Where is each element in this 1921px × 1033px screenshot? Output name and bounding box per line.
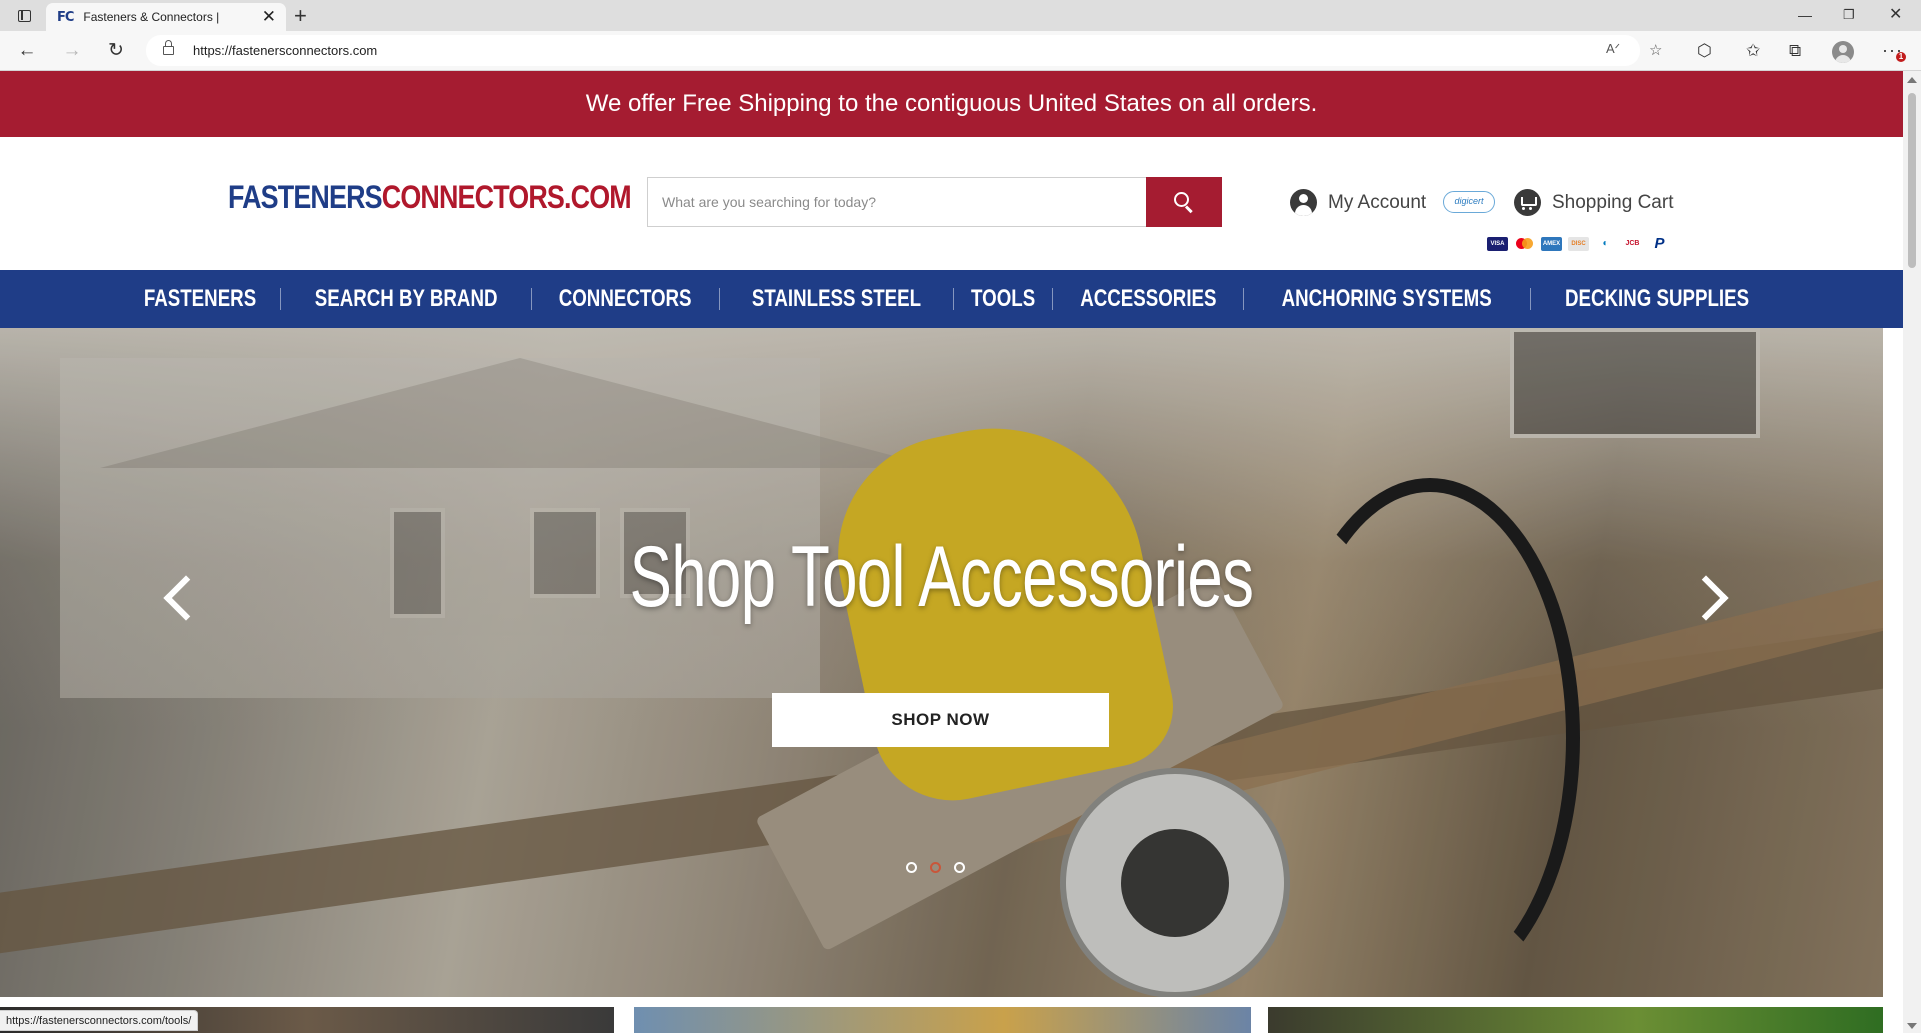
nav-item-stainless-steel[interactable]: STAINLESS STEEL	[751, 285, 920, 313]
discover-icon: DISC	[1568, 237, 1589, 251]
main-navigation: FASTENERS SEARCH BY BRAND CONNECTORS STA…	[0, 270, 1903, 328]
visa-icon: VISA	[1487, 237, 1508, 251]
favorites-icon[interactable]: ✩	[1746, 40, 1760, 62]
shopping-cart-link[interactable]: Shopping Cart	[1514, 189, 1673, 216]
scroll-up-icon[interactable]	[1907, 77, 1917, 83]
scroll-down-icon[interactable]	[1907, 1023, 1917, 1029]
hero-title-text: Shop Tool Accessories	[629, 529, 1254, 625]
shopping-cart-label: Shopping Cart	[1552, 191, 1674, 213]
collections-icon[interactable]: ⧉	[1789, 40, 1801, 62]
nav-item-fasteners[interactable]: FASTENERS	[144, 285, 256, 313]
address-url[interactable]: https://fastenersconnectors.com	[193, 43, 377, 58]
read-aloud-icon[interactable]: Aᐟ	[1606, 41, 1620, 57]
carousel-prev-icon[interactable]	[156, 568, 196, 624]
free-shipping-banner: We offer Free Shipping to the contiguous…	[0, 71, 1903, 137]
mastercard-icon	[1514, 237, 1535, 251]
carousel-dot-1[interactable]	[906, 862, 917, 873]
hero-carousel[interactable]: Shop Tool Accessories SHOP NOW	[0, 328, 1883, 997]
lock-icon[interactable]	[163, 40, 174, 56]
reload-icon[interactable]: ↻	[101, 37, 131, 65]
window-close-icon[interactable]: ✕	[1889, 3, 1902, 27]
category-tile-2[interactable]	[634, 1007, 1251, 1033]
back-icon[interactable]: ←	[12, 37, 42, 65]
browser-tab-strip: FC Fasteners & Connectors | ✕ + — ❐ ✕	[0, 0, 1921, 31]
favicon-icon: FC	[57, 9, 74, 25]
forward-icon[interactable]: →	[57, 37, 87, 65]
new-tab-icon[interactable]: +	[294, 2, 307, 30]
carousel-dots	[906, 862, 965, 873]
search-field[interactable]	[647, 177, 1147, 227]
tab-close-icon[interactable]: ✕	[262, 7, 276, 27]
page-viewport: We offer Free Shipping to the contiguous…	[0, 71, 1903, 1033]
profile-icon[interactable]	[1832, 41, 1854, 63]
hero-title: Shop Tool Accessories	[0, 528, 1883, 627]
status-bar-url: https://fastenersconnectors.com/tools/	[0, 1010, 199, 1031]
nav-divider	[718, 288, 720, 310]
nav-divider	[1243, 288, 1245, 310]
jcb-icon: JCB	[1622, 237, 1643, 251]
amex-icon: AMEX	[1541, 237, 1562, 251]
carousel-dot-3[interactable]	[954, 862, 965, 873]
carousel-next-icon[interactable]	[1690, 568, 1730, 624]
nav-divider	[280, 288, 282, 310]
search-icon	[1174, 192, 1194, 214]
nav-divider	[1529, 288, 1531, 310]
minimize-icon[interactable]: —	[1798, 3, 1812, 27]
nav-item-accessories[interactable]: ACCESSORIES	[1080, 285, 1216, 313]
logo-text-fasteners: FASTENERS	[228, 179, 383, 215]
payment-methods: VISA AMEX DISC ◐ JCB P	[1487, 236, 1670, 251]
browser-tab-active[interactable]: FC Fasteners & Connectors | ✕	[46, 3, 286, 31]
notification-badge: 1	[1896, 52, 1906, 62]
site-header: FASTENERSCONNECTORS.COM My Account digic…	[0, 137, 1903, 270]
cart-icon	[1514, 189, 1541, 216]
shop-now-button[interactable]: SHOP NOW	[772, 693, 1109, 747]
restore-icon[interactable]: ❐	[1843, 3, 1855, 27]
digicert-seal[interactable]: digicert	[1443, 191, 1495, 213]
search-input[interactable]	[648, 178, 1147, 226]
browser-toolbar: ← → ↻ https://fastenersconnectors.com Aᐟ…	[0, 31, 1921, 71]
nav-item-search-by-brand[interactable]: SEARCH BY BRAND	[315, 285, 498, 313]
nav-divider	[952, 288, 954, 310]
logo-text-connectors: CONNECTORS.COM	[381, 179, 632, 215]
my-account-label: My Account	[1328, 191, 1427, 213]
extensions-icon[interactable]: ⬡	[1697, 40, 1712, 62]
category-tile-3[interactable]	[1268, 1007, 1883, 1033]
paypal-icon: P	[1649, 236, 1670, 251]
carousel-dot-2[interactable]	[930, 862, 941, 873]
site-logo[interactable]: FASTENERSCONNECTORS.COM	[228, 179, 632, 216]
address-bar[interactable]: https://fastenersconnectors.com Aᐟ ☆	[146, 35, 1662, 66]
scrollbar-thumb[interactable]	[1908, 93, 1916, 268]
nav-divider	[531, 288, 533, 310]
diners-club-icon: ◐	[1595, 237, 1616, 251]
tab-title: Fasteners & Connectors |	[83, 10, 220, 24]
category-tiles	[0, 1007, 1903, 1033]
nav-item-decking-supplies[interactable]: DECKING SUPPLIES	[1565, 285, 1749, 313]
page-scrollbar[interactable]	[1903, 71, 1921, 1033]
nav-item-connectors[interactable]: CONNECTORS	[559, 285, 692, 313]
search-button[interactable]	[1146, 177, 1222, 227]
tab-actions-icon[interactable]	[10, 5, 38, 27]
nav-divider	[1051, 288, 1053, 310]
nav-item-tools[interactable]: TOOLS	[971, 285, 1035, 313]
nav-item-anchoring-systems[interactable]: ANCHORING SYSTEMS	[1282, 285, 1492, 313]
user-icon	[1290, 189, 1317, 216]
favorite-add-icon[interactable]: ☆	[1649, 41, 1662, 59]
my-account-link[interactable]: My Account	[1290, 189, 1426, 216]
